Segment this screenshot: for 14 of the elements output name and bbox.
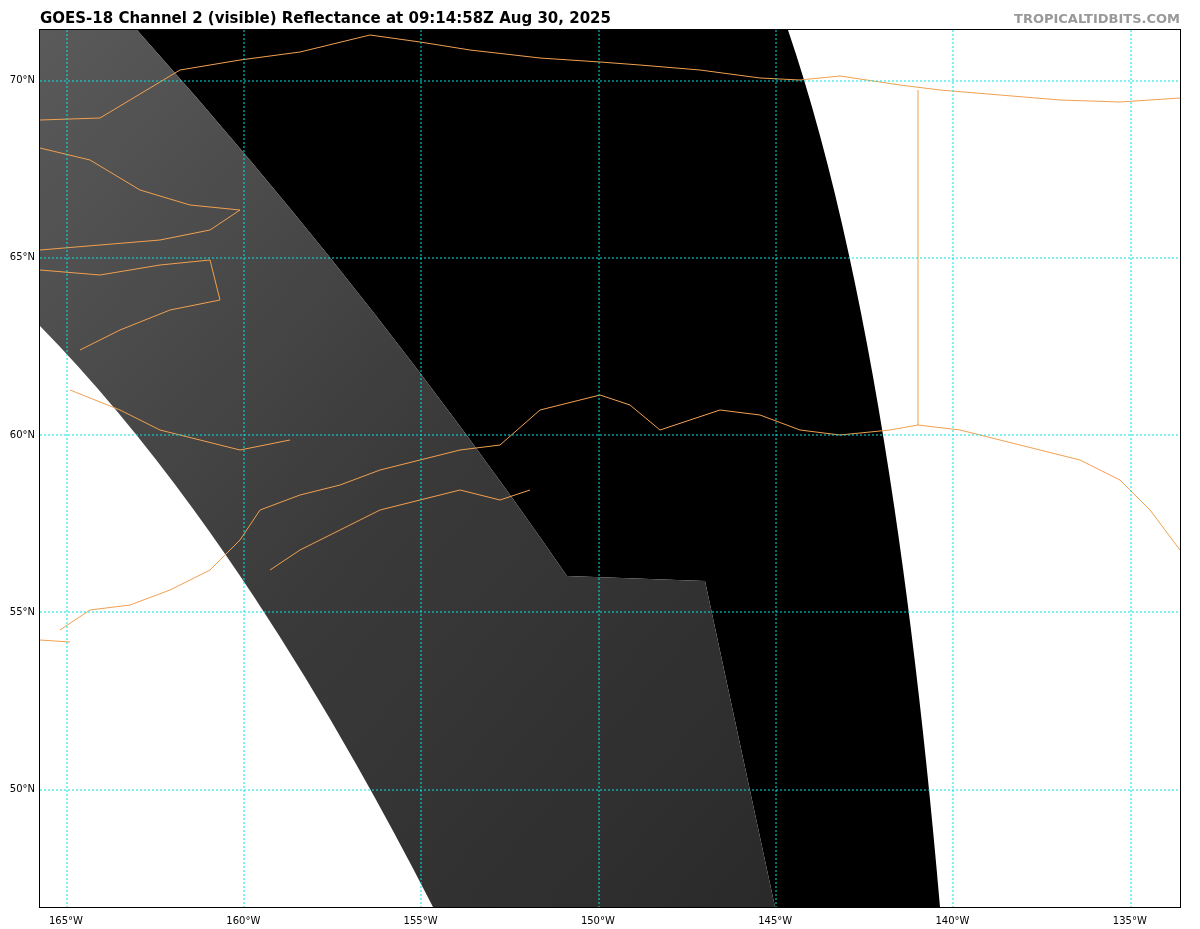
longitude-label: 165°W [48,914,84,928]
longitude-label: 140°W [934,914,971,928]
longitude-label: 155°W [402,914,439,928]
latitude-label: 65°N [9,250,35,265]
longitude-label: 145°W [757,914,794,928]
latitude-label: 70°N [9,73,35,87]
longitude-label: 150°W [579,914,616,928]
map-title: GOES-18 Channel 2 (visible) Reflectance at 09:14:58Z Aug 30, 2025 [40,9,611,27]
site-name: TROPICALTIDBITS.COM [1014,11,1180,27]
latitude-label: 60°N [9,427,35,442]
latitude-label: 55°N [9,604,35,619]
longitude-label: 135°W [1111,914,1148,928]
longitude-label: 160°W [225,914,262,928]
latitude-label: 50°N [9,782,35,797]
